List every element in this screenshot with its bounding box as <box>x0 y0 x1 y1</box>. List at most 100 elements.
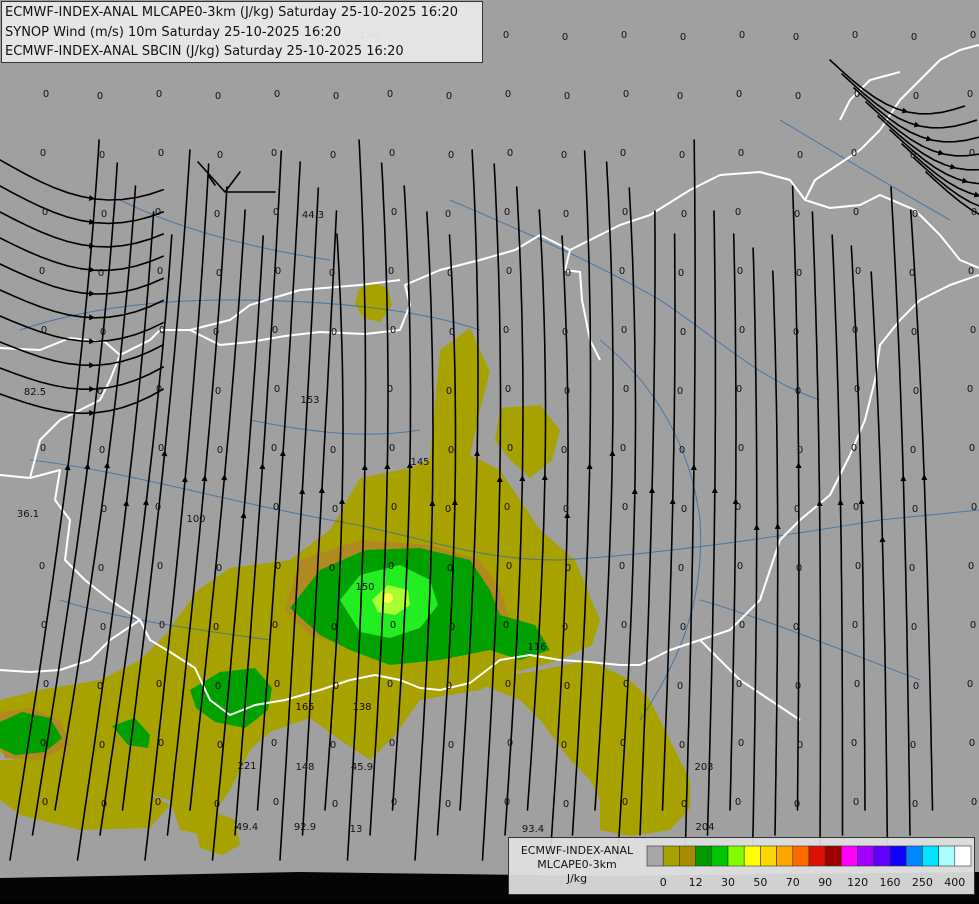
legend-swatch <box>824 845 842 867</box>
map-label-zero: 0 <box>795 91 801 102</box>
color-legend: 0 12 30 50 70 90 120 160 250 400 ECMWF-INDEX-ANAL… <box>508 837 975 895</box>
legend-tick-label: 120 <box>847 876 868 889</box>
map-label-zero: 0 <box>333 681 339 692</box>
map-label-zero: 0 <box>623 679 629 690</box>
map-label-zero: 0 <box>563 504 569 515</box>
map-label-zero: 0 <box>970 325 976 336</box>
map-label-zero: 0 <box>272 325 278 336</box>
legend-swatch <box>711 845 729 867</box>
legend-swatch <box>662 845 680 867</box>
map-label-value: 13 <box>350 824 363 835</box>
map-label-zero: 0 <box>736 679 742 690</box>
map-label-zero: 0 <box>155 502 161 513</box>
map-label-zero: 0 <box>43 679 49 690</box>
map-label-zero: 0 <box>912 209 918 220</box>
map-label-zero: 0 <box>739 30 745 41</box>
map-label-zero: 0 <box>622 502 628 513</box>
map-label-zero: 0 <box>621 30 627 41</box>
map-label-zero: 0 <box>40 443 46 454</box>
legend-tick-label: 90 <box>818 876 832 889</box>
map-label-value: 150 <box>355 582 374 593</box>
legend-swatch <box>792 845 810 867</box>
legend-swatch <box>905 845 923 867</box>
map-label-zero: 0 <box>388 266 394 277</box>
map-label-zero: 0 <box>967 89 973 100</box>
map-label-zero: 0 <box>101 209 107 220</box>
map-label-zero: 0 <box>564 91 570 102</box>
map-label-zero: 0 <box>448 445 454 456</box>
map-label-zero: 0 <box>274 384 280 395</box>
legend-tick-label: 12 <box>689 876 703 889</box>
map-label-zero: 0 <box>913 91 919 102</box>
map-label-zero: 0 <box>389 443 395 454</box>
map-label-zero: 0 <box>42 207 48 218</box>
map-label-zero: 0 <box>158 738 164 749</box>
map-label-zero: 0 <box>503 325 509 336</box>
map-label-zero: 0 <box>852 620 858 631</box>
map-label-zero: 0 <box>912 504 918 515</box>
map-label-zero: 0 <box>970 30 976 41</box>
legend-parameter: MLCAPE0-3km <box>537 858 617 871</box>
map-label-zero: 0 <box>389 738 395 749</box>
map-label-value: 49.4 <box>236 822 258 833</box>
map-label-zero: 0 <box>449 327 455 338</box>
legend-swatch <box>695 845 713 867</box>
map-view[interactable]: 1.6644.382.536.1100145153150165138221148… <box>0 0 979 900</box>
map-label-zero: 0 <box>504 207 510 218</box>
map-label-zero: 0 <box>331 622 337 633</box>
map-label-zero: 0 <box>851 443 857 454</box>
legend-swatch <box>922 845 939 867</box>
legend-swatch <box>841 845 858 867</box>
map-label-zero: 0 <box>564 386 570 397</box>
map-label-zero: 0 <box>389 148 395 159</box>
map-label-zero: 0 <box>271 443 277 454</box>
map-label-zero: 0 <box>157 266 163 277</box>
map-label-value: 100 <box>186 514 205 525</box>
map-label-zero: 0 <box>329 268 335 279</box>
map-label-zero: 0 <box>446 386 452 397</box>
map-label-zero: 0 <box>562 32 568 43</box>
map-label-zero: 0 <box>446 91 452 102</box>
map-label-zero: 0 <box>736 384 742 395</box>
map-label-zero: 0 <box>737 266 743 277</box>
map-label-zero: 0 <box>272 620 278 631</box>
map-label-value: 145 <box>410 457 429 468</box>
map-label-zero: 0 <box>681 209 687 220</box>
map-label-zero: 0 <box>853 207 859 218</box>
map-label-zero: 0 <box>621 325 627 336</box>
map-label-zero: 0 <box>623 384 629 395</box>
map-label-zero: 0 <box>910 740 916 751</box>
map-label-zero: 0 <box>213 327 219 338</box>
map-label-zero: 0 <box>913 681 919 692</box>
map-label-zero: 0 <box>387 384 393 395</box>
legend-swatch <box>743 845 761 867</box>
legend-swatch <box>873 845 891 867</box>
map-label-zero: 0 <box>217 445 223 456</box>
legend-swatch <box>954 845 972 867</box>
legend-swatch <box>857 845 875 867</box>
legend-swatch <box>727 845 745 867</box>
map-label-zero: 0 <box>968 561 974 572</box>
cape-max-dot <box>383 593 393 603</box>
map-label-zero: 0 <box>911 327 917 338</box>
map-label-zero: 0 <box>562 622 568 633</box>
map-label-zero: 0 <box>330 740 336 751</box>
map-label-zero: 0 <box>97 91 103 102</box>
map-label-zero: 0 <box>97 681 103 692</box>
map-label-zero: 0 <box>97 386 103 397</box>
map-label-zero: 0 <box>503 620 509 631</box>
map-label-zero: 0 <box>448 150 454 161</box>
map-label-value: 203 <box>694 762 713 773</box>
legend-tick-label: 0 <box>660 876 667 889</box>
map-label-zero: 0 <box>98 268 104 279</box>
map-label-zero: 0 <box>275 266 281 277</box>
map-label-zero: 0 <box>504 502 510 513</box>
map-label-zero: 0 <box>388 561 394 572</box>
map-label-zero: 0 <box>967 384 973 395</box>
map-label-zero: 0 <box>42 797 48 808</box>
map-label-zero: 0 <box>391 797 397 808</box>
map-label-zero: 0 <box>390 620 396 631</box>
map-label-zero: 0 <box>737 561 743 572</box>
map-label-zero: 0 <box>155 797 161 808</box>
map-label-zero: 0 <box>217 740 223 751</box>
